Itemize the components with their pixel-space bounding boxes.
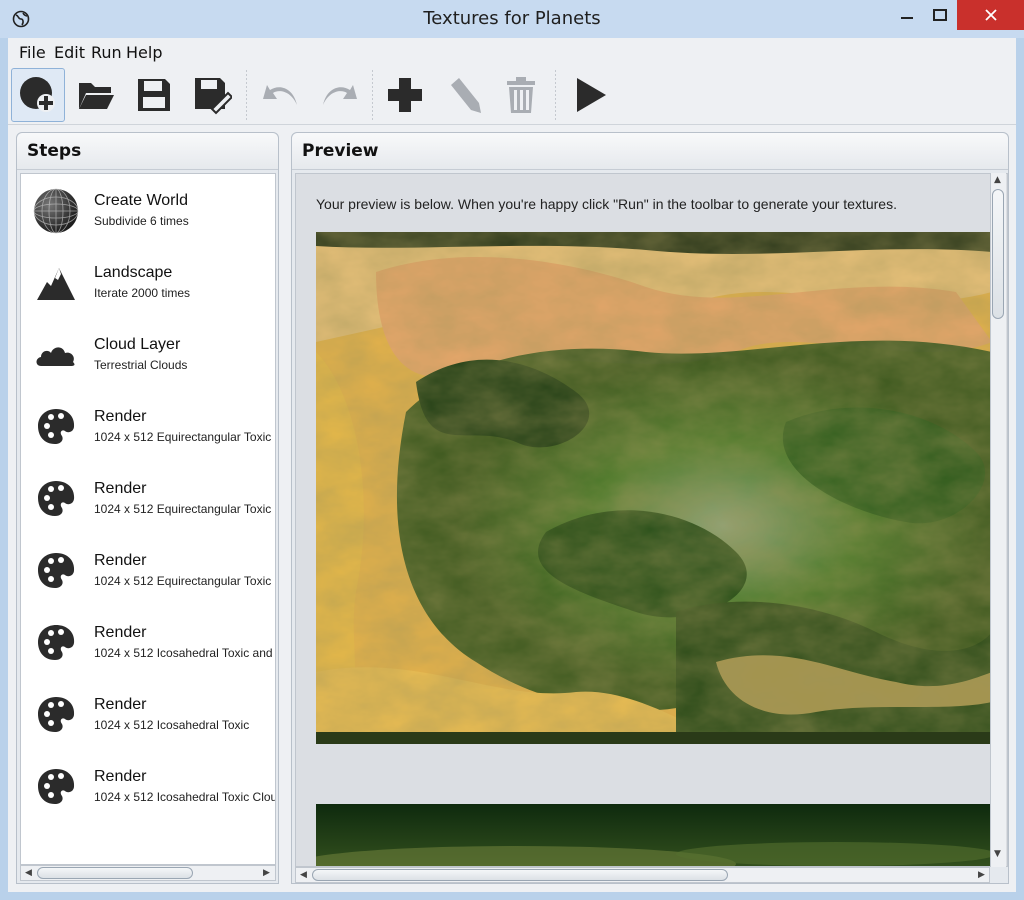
client-area: File Edit Run Help Steps Create World Su… [8, 38, 1016, 892]
redo-button[interactable] [312, 68, 366, 122]
steps-list[interactable]: Create World Subdivide 6 times Landscape… [20, 173, 276, 865]
edit-step-button[interactable] [436, 68, 490, 122]
steps-title: Steps [27, 141, 82, 161]
step-name: Render [94, 408, 147, 425]
preview-horizontal-scrollbar[interactable]: ◀ ▶ [295, 867, 990, 883]
close-icon [984, 9, 997, 21]
window-title: Textures for Planets [423, 8, 601, 29]
step-name: Render [94, 768, 147, 785]
step-item[interactable]: Render 1024 x 512 Equirectangular Toxic [21, 390, 275, 462]
preview-panel-header: Preview [292, 133, 1008, 170]
step-detail: 1024 x 512 Equirectangular Toxic [94, 502, 272, 516]
step-detail: Terrestrial Clouds [94, 358, 188, 372]
scroll-right-icon[interactable]: ▶ [263, 868, 270, 878]
step-name: Cloud Layer [94, 336, 181, 353]
new-world-icon [20, 77, 55, 112]
preview-panel: Preview Your preview is below. When you'… [291, 132, 1009, 884]
steps-panel: Steps Create World Subdivide 6 times Lan… [16, 132, 279, 884]
scroll-thumb[interactable] [312, 869, 728, 881]
step-detail: Subdivide 6 times [94, 214, 189, 228]
step-detail: Iterate 2000 times [94, 286, 191, 300]
scroll-up-icon[interactable]: ▲ [994, 175, 1001, 185]
step-item[interactable]: Landscape Iterate 2000 times [21, 246, 275, 318]
menu-run[interactable]: Run [91, 43, 122, 62]
undo-icon [263, 85, 297, 105]
palette-icon [38, 409, 75, 444]
step-detail: 1024 x 512 Icosahedral Toxic [94, 718, 250, 732]
toolbar-separator [555, 70, 556, 122]
toolbar [8, 66, 1016, 125]
save-button[interactable] [127, 68, 181, 122]
title-bar[interactable]: Textures for Planets [0, 0, 1024, 38]
scroll-down-icon[interactable]: ▼ [994, 849, 1001, 859]
step-item[interactable]: Render 1024 x 512 Icosahedral Toxic and [21, 606, 275, 678]
run-icon [577, 78, 606, 112]
steps-horizontal-scrollbar[interactable]: ◀ ▶ [20, 865, 276, 881]
palette-icon [38, 697, 75, 732]
add-icon [388, 78, 422, 112]
step-name: Create World [94, 192, 188, 209]
palette-icon [38, 481, 75, 516]
open-button[interactable] [69, 68, 123, 122]
menu-edit[interactable]: Edit [54, 43, 85, 62]
planet-texture-preview-2 [316, 804, 992, 866]
scroll-thumb[interactable] [37, 867, 193, 879]
palette-icon [38, 769, 75, 804]
step-item[interactable]: Render 1024 x 512 Equirectangular Toxic [21, 534, 275, 606]
step-name: Render [94, 480, 147, 497]
menu-file[interactable]: File [19, 43, 46, 62]
close-button[interactable] [957, 0, 1024, 30]
step-name: Render [94, 624, 147, 641]
step-name: Render [94, 552, 147, 569]
delete-icon [507, 77, 535, 113]
run-button[interactable] [563, 68, 617, 122]
scroll-right-icon[interactable]: ▶ [978, 870, 985, 880]
add-step-button[interactable] [378, 68, 432, 122]
globe-icon [33, 188, 79, 234]
scroll-left-icon[interactable]: ◀ [300, 870, 307, 880]
step-item[interactable]: Render 1024 x 512 Icosahedral Toxic Clou [21, 750, 275, 822]
undo-button[interactable] [254, 68, 308, 122]
step-item[interactable]: Render 1024 x 512 Icosahedral Toxic [21, 678, 275, 750]
preview-title: Preview [302, 141, 379, 161]
menu-bar: File Edit Run Help [8, 38, 1016, 66]
edit-icon [451, 78, 481, 113]
step-item[interactable]: Render 1024 x 512 Equirectangular Toxic [21, 462, 275, 534]
scroll-left-icon[interactable]: ◀ [25, 868, 32, 878]
step-item[interactable]: Create World Subdivide 6 times [21, 174, 275, 246]
palette-icon [38, 625, 75, 660]
step-item[interactable]: Cloud Layer Terrestrial Clouds [21, 318, 275, 390]
delete-step-button[interactable] [494, 68, 548, 122]
step-detail: 1024 x 512 Equirectangular Toxic [94, 574, 272, 588]
step-detail: 1024 x 512 Icosahedral Toxic and [94, 646, 273, 660]
redo-icon [323, 85, 357, 105]
cloud-icon [36, 347, 75, 366]
app-window: Textures for Planets File Edit Run Help [0, 0, 1024, 900]
mountain-icon [37, 268, 75, 300]
vertical-scroll-thumb[interactable] [992, 189, 1004, 319]
preview-message: Your preview is below. When you're happy… [316, 196, 897, 212]
save-as-icon [195, 78, 232, 115]
step-name: Landscape [94, 264, 173, 281]
menu-help[interactable]: Help [126, 43, 162, 62]
step-detail: 1024 x 512 Equirectangular Toxic [94, 430, 272, 444]
palette-icon [38, 553, 75, 588]
step-detail: 1024 x 512 Icosahedral Toxic Clou [94, 790, 276, 804]
preview-area[interactable]: Your preview is below. When you're happy… [295, 173, 1008, 867]
preview-vertical-scrollbar[interactable]: ▲ ▼ [990, 173, 1006, 867]
maximize-icon [933, 9, 947, 21]
minimize-icon [901, 17, 913, 19]
step-name: Render [94, 696, 147, 713]
steps-panel-header: Steps [17, 133, 278, 170]
save-icon [138, 79, 170, 111]
planet-texture-preview [316, 232, 992, 744]
toolbar-separator [246, 70, 247, 122]
save-as-button[interactable] [185, 68, 239, 122]
folder-open-icon [79, 83, 114, 109]
new-world-button[interactable] [11, 68, 65, 122]
toolbar-separator [372, 70, 373, 122]
